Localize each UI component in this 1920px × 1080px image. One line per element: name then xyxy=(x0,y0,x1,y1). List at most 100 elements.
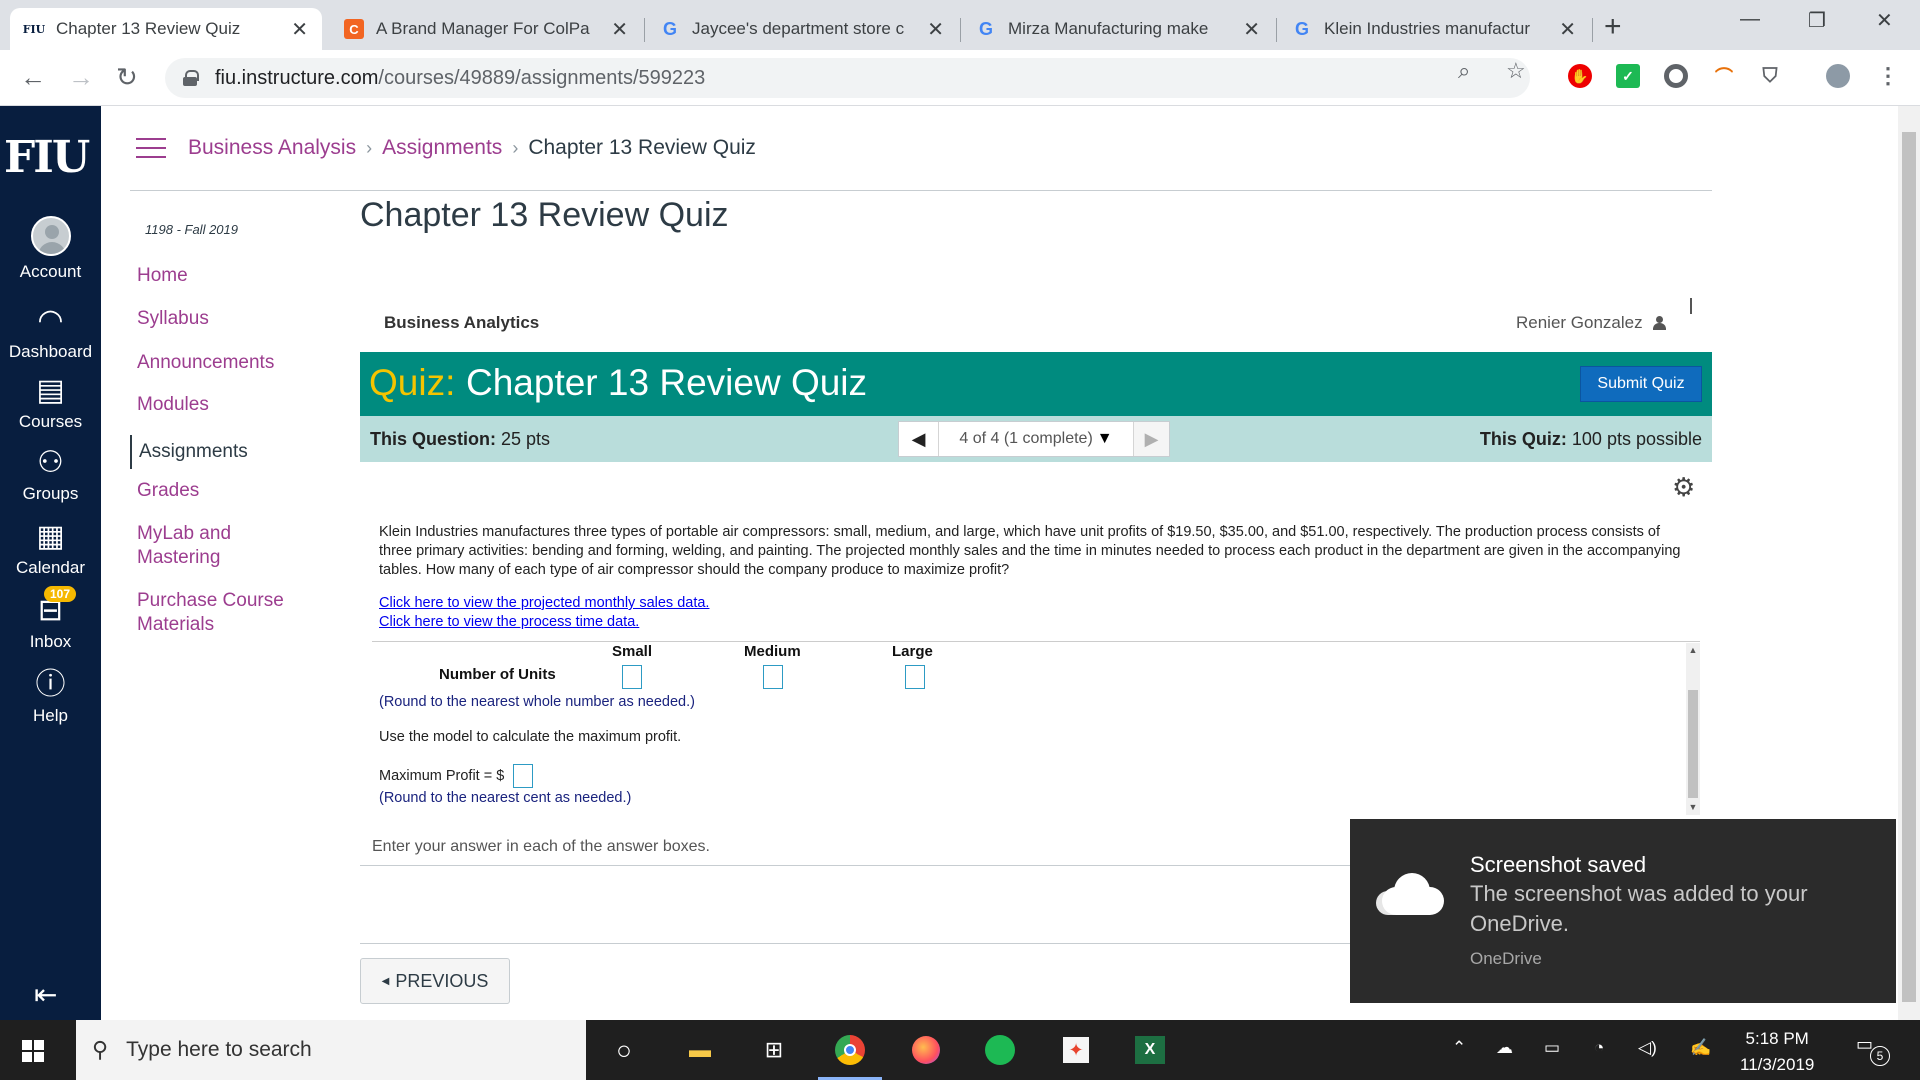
course-nav-home[interactable]: Home xyxy=(137,264,337,288)
adblock-extension-icon[interactable]: ✋ xyxy=(1568,64,1592,88)
minimize-icon[interactable]: — xyxy=(1740,8,1760,31)
windows-start-icon[interactable] xyxy=(22,1040,44,1062)
collapse-nav-icon[interactable]: ⇤ xyxy=(34,978,57,1011)
close-tab-icon[interactable]: ✕ xyxy=(611,17,628,42)
lock-icon xyxy=(183,70,199,86)
course-nav-mylab[interactable]: MyLab and Mastering xyxy=(137,522,257,570)
scroll-down-icon[interactable]: ▼ xyxy=(1686,802,1700,812)
chevron-right-icon: › xyxy=(512,138,519,158)
scroll-up-icon[interactable]: ▲ xyxy=(1686,645,1700,655)
max-profit-input[interactable] xyxy=(513,764,533,788)
action-center-icon[interactable]: ▭ 5 xyxy=(1856,1034,1890,1066)
battery-icon[interactable]: ▭ xyxy=(1544,1038,1560,1058)
breadcrumb-assignments[interactable]: Assignments xyxy=(382,136,502,159)
excel-icon[interactable]: X xyxy=(1130,1032,1170,1068)
quiz-title: Chapter 13 Review Quiz xyxy=(466,362,868,403)
tab-separator xyxy=(1592,18,1593,42)
breadcrumb-course[interactable]: Business Analysis xyxy=(188,136,356,159)
nav-groups[interactable]: ⚇ Groups xyxy=(0,446,101,504)
course-menu-icon[interactable] xyxy=(136,138,166,160)
previous-button[interactable]: ◀ PREVIOUS xyxy=(360,958,510,1004)
menu-dots-icon[interactable]: ⋮ xyxy=(1876,63,1900,88)
this-question: This Question: 25 pts xyxy=(370,429,551,449)
course-nav-modules[interactable]: Modules xyxy=(137,393,337,417)
submit-quiz-button[interactable]: Submit Quiz xyxy=(1580,366,1702,402)
file-explorer-icon[interactable]: ▬ xyxy=(680,1032,720,1068)
quiz-banner: Quiz: Chapter 13 Review Quiz Submit Quiz xyxy=(360,352,1712,416)
close-tab-icon[interactable]: ✕ xyxy=(1243,17,1260,42)
wifi-icon[interactable]: ◔ xyxy=(1594,1038,1604,1058)
reload-icon[interactable]: ↻ xyxy=(116,62,138,93)
nav-dashboard[interactable]: ◠ Dashboard xyxy=(0,304,101,362)
volume-icon[interactable]: ◁) xyxy=(1638,1038,1657,1058)
nav-courses[interactable]: ▤ Courses xyxy=(0,374,101,432)
sales-data-link[interactable]: Click here to view the projected monthly… xyxy=(379,595,709,611)
pen-icon[interactable]: ✍ xyxy=(1690,1038,1711,1058)
divider-bar xyxy=(1690,298,1692,314)
tray-chevron-icon[interactable]: ⌃ xyxy=(1452,1038,1466,1058)
course-nav-purchase[interactable]: Purchase Course Materials xyxy=(137,589,297,637)
tab-title: Chapter 13 Review Quiz xyxy=(56,19,241,38)
nav-help[interactable]: ⓘ Help xyxy=(0,668,101,726)
bookmark-star-icon[interactable]: ☆ xyxy=(1506,58,1526,84)
gear-icon[interactable]: ⚙ xyxy=(1672,472,1695,503)
tab-klein-industries[interactable]: G Klein Industries manufactur ✕ xyxy=(1278,8,1590,50)
circle-extension-icon[interactable] xyxy=(1664,64,1688,88)
zoom-icon[interactable]: ⌕ xyxy=(1458,58,1470,84)
spotify-icon[interactable] xyxy=(980,1032,1020,1068)
store-icon[interactable]: ⊞ xyxy=(754,1032,794,1068)
onedrive-tray-icon[interactable]: ☁ xyxy=(1496,1038,1513,1058)
new-tab-button[interactable]: + xyxy=(1604,10,1622,44)
course-nav-assignments[interactable]: Assignments xyxy=(130,435,330,469)
forward-icon[interactable]: → xyxy=(68,62,94,93)
cortana-icon[interactable]: ○ xyxy=(604,1032,644,1068)
google-favicon-icon: G xyxy=(662,18,677,39)
rainbow-extension-icon[interactable]: ⌒ xyxy=(1712,64,1736,88)
notification-count: 5 xyxy=(1870,1046,1890,1066)
shield-extension-icon[interactable]: ⛉ xyxy=(1758,64,1782,88)
answer-scrollbar-thumb[interactable] xyxy=(1688,690,1698,798)
small-units-input[interactable] xyxy=(622,665,642,689)
chrome-icon[interactable] xyxy=(830,1032,870,1068)
nav-inbox[interactable]: ⊟ 107 Inbox xyxy=(0,586,101,652)
nav-account[interactable]: Account xyxy=(0,216,101,282)
page-scrollbar-thumb[interactable] xyxy=(1902,132,1916,1002)
page-scrollbar[interactable] xyxy=(1898,106,1920,1020)
large-units-input[interactable] xyxy=(905,665,925,689)
process-time-link[interactable]: Click here to view the process time data… xyxy=(379,614,639,630)
close-tab-icon[interactable]: ✕ xyxy=(927,17,944,42)
nav-label: Calendar xyxy=(16,558,85,577)
next-question-icon[interactable]: ▶ xyxy=(1133,422,1169,456)
nav-label: Groups xyxy=(22,484,79,503)
course-nav-syllabus[interactable]: Syllabus xyxy=(137,307,337,331)
back-icon[interactable]: ← xyxy=(20,62,46,93)
previous-question-icon[interactable]: ◀ xyxy=(899,422,939,456)
address-bar[interactable]: fiu.instructure.com/courses/49889/assign… xyxy=(165,58,1530,98)
clock-date: 11/3/2019 xyxy=(1740,1055,1815,1074)
course-nav-announcements[interactable]: Announcements xyxy=(137,351,337,375)
app-icon[interactable]: ✦ xyxy=(1056,1032,1096,1068)
url-host: fiu.instructure.com xyxy=(215,66,379,89)
medium-units-input[interactable] xyxy=(763,665,783,689)
tab-chapter-13-quiz[interactable]: FIU Chapter 13 Review Quiz ✕ xyxy=(10,8,322,50)
question-select[interactable]: 4 of 4 (1 complete) ▼ xyxy=(939,430,1133,448)
system-clock[interactable]: 5:18 PM 11/3/2019 xyxy=(1740,1026,1814,1078)
tab-mirza-manufacturing[interactable]: G Mirza Manufacturing make ✕ xyxy=(962,8,1274,50)
firefox-icon[interactable] xyxy=(906,1032,946,1068)
tab-brand-manager[interactable]: C A Brand Manager For ColPa ✕ xyxy=(330,8,642,50)
number-of-units-label: Number of Units xyxy=(439,666,556,683)
course-nav-grades[interactable]: Grades xyxy=(137,479,337,503)
close-window-icon[interactable]: ✕ xyxy=(1876,8,1893,33)
taskbar-search[interactable]: ⚲ Type here to search xyxy=(76,1020,586,1080)
onedrive-toast[interactable]: Screenshot saved The screenshot was adde… xyxy=(1350,819,1896,1003)
checkmark-extension-icon[interactable]: ✓ xyxy=(1616,64,1640,88)
fiu-logo[interactable]: FIU xyxy=(4,132,90,183)
close-tab-icon[interactable]: ✕ xyxy=(1559,17,1576,42)
profile-avatar-icon[interactable] xyxy=(1826,64,1850,88)
close-tab-icon[interactable]: ✕ xyxy=(291,17,308,42)
tab-jaycees-store[interactable]: G Jaycee's department store c ✕ xyxy=(646,8,958,50)
search-icon: ⚲ xyxy=(92,1037,109,1062)
fiu-favicon-icon: FIU xyxy=(22,22,46,36)
restore-icon[interactable]: ❐ xyxy=(1808,8,1826,33)
nav-calendar[interactable]: ▦ Calendar xyxy=(0,520,101,578)
